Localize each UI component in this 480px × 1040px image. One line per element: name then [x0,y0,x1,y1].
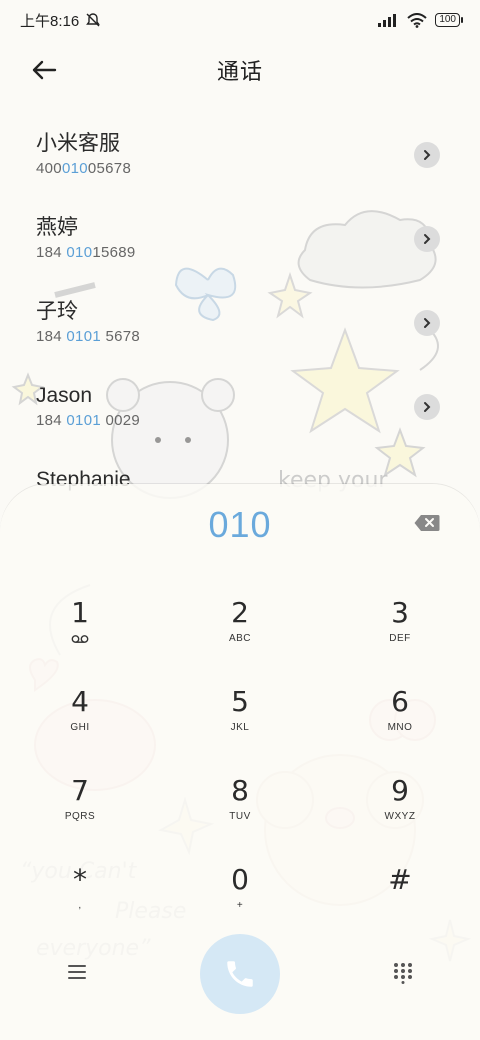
key-digit: 1 [71,596,89,629]
backspace-button[interactable] [414,514,440,532]
key-digit: # [388,863,412,896]
key-letters: WXYZ [384,811,416,822]
key-digit: 8 [231,774,249,807]
chevron-right-icon [424,402,431,412]
contact-number: 40001005678 [36,160,444,177]
key-letters: PQRS [64,811,96,822]
menu-button[interactable] [66,962,88,982]
number-suffix: 05678 [87,160,132,177]
contact-detail-button[interactable] [414,310,440,336]
number-prefix: 400 [36,160,62,177]
chevron-right-icon [424,234,431,244]
contact-item[interactable]: 子玲 184 0101 5678 [0,280,480,364]
contact-detail-button[interactable] [414,226,440,252]
key-6[interactable]: 6 MNO [320,685,480,774]
menu-icon [68,965,86,979]
key-3[interactable]: 3 DEF [320,596,480,685]
key-letters: + [236,900,244,911]
status-left: 上午8:16 [20,10,101,31]
chevron-right-icon [424,150,431,160]
key-1[interactable]: 1 [0,596,160,685]
battery-icon: 100 [435,13,463,27]
key-5[interactable]: 5 JKL [160,685,320,774]
key-letters: DEF [389,633,411,644]
key-digit: 9 [391,774,409,807]
key-digit: * [73,863,87,896]
toggle-keypad-button[interactable] [392,962,414,984]
contact-number: 184 0101 0029 [36,412,444,429]
contact-number: 184 01015689 [36,244,444,261]
keypad: 1 2 ABC 3 DEF 4 GHI 5 JKL 6 MNO 7 PQRS 8… [0,596,480,952]
contact-item[interactable]: Jason 184 0101 0029 [0,364,480,448]
contact-number: 184 0101 5678 [36,328,444,345]
contact-name: Jason [36,384,93,407]
contact-detail-button[interactable] [414,142,440,168]
key-letters: , [78,900,82,911]
contact-name: 小米客服 [36,132,120,155]
key-4[interactable]: 4 GHI [0,685,160,774]
key-letters: ABC [228,633,252,644]
back-button[interactable] [28,54,60,86]
key-letters: GHI [70,722,90,733]
header: 通话 [0,44,480,96]
number-suffix: 0029 [100,412,141,429]
contact-name: 燕婷 [36,216,78,239]
number-match: 0101 [66,328,101,345]
signal-icon [378,14,397,27]
key-digit: 2 [231,596,249,629]
number-match: 010 [66,244,93,261]
wifi-icon [407,12,427,28]
page-title: 通话 [216,59,263,84]
key-2[interactable]: 2 ABC [160,596,320,685]
number-prefix: 184 [36,328,67,345]
key-8[interactable]: 8 TUV [160,774,320,863]
status-right: 100 [377,12,463,28]
contact-name: 子玲 [36,300,78,323]
key-digit: 4 [71,685,89,718]
contact-item[interactable]: 小米客服 40001005678 [0,112,480,196]
key-7[interactable]: 7 PQRS [0,774,160,863]
phone-icon [227,961,253,987]
key-digit: 7 [71,774,89,807]
back-arrow-icon [32,60,57,80]
key-letters: TUV [229,811,251,822]
status-time: 上午8:16 [20,12,80,30]
key-digit: 0 [231,863,249,896]
key-digit: 6 [391,685,409,718]
number-prefix: 184 [36,412,67,429]
contact-item[interactable]: 燕婷 184 01015689 [0,196,480,280]
call-button[interactable] [200,934,280,1014]
key-digit: 3 [391,596,409,629]
backspace-icon [414,515,440,531]
dial-pad-panel: 010 1 2 ABC 3 DEF 4 GHI 5 JKL 6 MNO 7 PQ… [0,484,480,1040]
number-suffix: 5678 [100,328,141,345]
contact-detail-button[interactable] [414,394,440,420]
dialpad-icon [394,963,412,984]
dialer-bottom-bar [0,934,480,1014]
key-letters: MNO [387,722,413,733]
voicemail-icon [71,635,89,643]
key-9[interactable]: 9 WXYZ [320,774,480,863]
number-prefix: 184 [36,244,67,261]
dialed-number-display: 010 [208,504,272,545]
contact-results-list: 小米客服 40001005678 燕婷 184 01015689 子玲 184 … [0,112,480,532]
number-match: 010 [61,160,88,177]
number-suffix: 15689 [92,244,136,261]
chevron-right-icon [424,318,431,328]
key-digit: 5 [231,685,249,718]
status-bar: 上午8:16 100 [0,0,480,40]
mute-notification-icon [86,13,101,27]
number-match: 0101 [66,412,101,429]
key-letters: JKL [230,722,250,733]
